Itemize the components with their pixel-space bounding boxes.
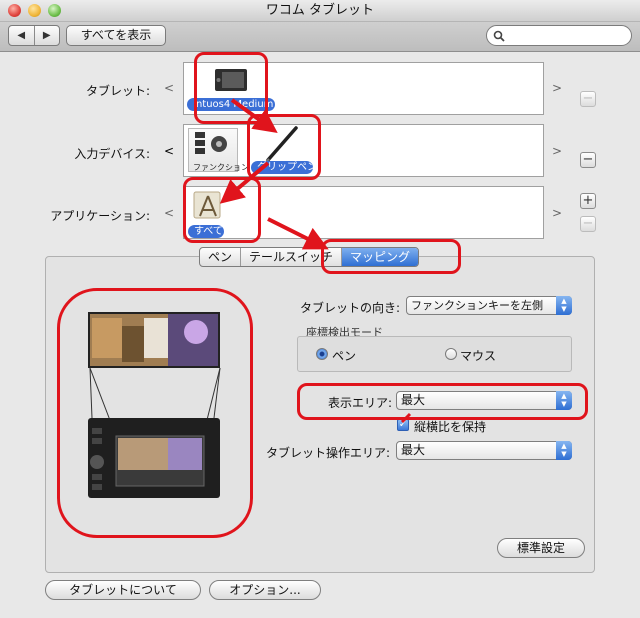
window-title: ワコム タブレット	[265, 3, 375, 18]
tablet-area-value: 最大	[401, 443, 426, 457]
highlight-display-area	[297, 383, 588, 420]
keep-ratio-checkbox[interactable]: ✓	[397, 419, 409, 431]
function-keys-icon	[195, 132, 227, 154]
mode-pen-label: ペン	[332, 349, 357, 363]
mode-mouse-label: マウス	[460, 349, 497, 363]
orientation-label: タブレットの向き:	[299, 301, 400, 315]
close-window-button[interactable]	[8, 4, 21, 17]
toolbar: ◀ ▶ すべてを表示	[0, 22, 640, 52]
app-add-button[interactable]: +	[580, 193, 596, 209]
tablet-remove-button[interactable]: −	[580, 91, 596, 107]
title-bar: ワコム タブレット	[0, 0, 640, 22]
show-all-button[interactable]: すべてを表示	[66, 25, 166, 46]
forward-button[interactable]: ▶	[35, 26, 60, 45]
app-scroll-left[interactable]: <	[164, 207, 174, 219]
about-tablet-button[interactable]: タブレットについて	[45, 580, 201, 600]
tablet-label: タブレット:	[85, 84, 150, 98]
minimize-window-button[interactable]	[28, 4, 41, 17]
tablet-scroll-left[interactable]: <	[164, 82, 174, 94]
device-scroll-right[interactable]: >	[552, 145, 562, 157]
orientation-value: ファンクションキーを左側	[411, 299, 543, 312]
highlight-preview	[57, 288, 253, 538]
back-forward-control: ◀ ▶	[8, 25, 60, 46]
highlight-grip-pen	[247, 114, 321, 180]
app-scroll-right[interactable]: >	[552, 207, 562, 219]
tablet-area-select[interactable]: 最大 ▲ ▼	[396, 441, 572, 460]
mode-mouse-radio[interactable]	[445, 348, 457, 360]
keep-ratio-label: 縦横比を保持	[414, 420, 487, 434]
chevron-updown-icon: ▲ ▼	[556, 441, 572, 460]
highlight-mapping-tab	[321, 239, 461, 274]
tablet-area-label: タブレット操作エリア:	[265, 446, 390, 460]
back-button[interactable]: ◀	[9, 26, 35, 45]
zoom-window-button[interactable]	[48, 4, 61, 17]
device-item-function-label: ファンクション	[193, 163, 249, 172]
default-settings-button[interactable]: 標準設定	[497, 538, 585, 558]
mode-group: ペン マウス	[297, 336, 572, 372]
input-device-label: 入力デバイス:	[74, 147, 150, 161]
chevron-updown-icon: ▲ ▼	[556, 296, 572, 315]
application-label: アプリケーション:	[50, 209, 150, 223]
device-remove-button[interactable]: −	[580, 152, 596, 168]
options-button[interactable]: オプション...	[209, 580, 321, 600]
tab-pen[interactable]: ペン	[200, 248, 242, 266]
app-remove-button[interactable]: −	[580, 216, 596, 232]
mode-pen-radio[interactable]	[316, 348, 328, 360]
highlight-application	[183, 177, 261, 243]
device-item-function[interactable]: ファンクション	[188, 128, 249, 172]
tablet-scroll-right[interactable]: >	[552, 82, 562, 94]
search-icon	[493, 30, 505, 42]
orientation-select[interactable]: ファンクションキーを左側 ▲ ▼	[406, 296, 572, 315]
search-field[interactable]	[486, 25, 632, 46]
device-scroll-left[interactable]: <	[164, 145, 174, 157]
